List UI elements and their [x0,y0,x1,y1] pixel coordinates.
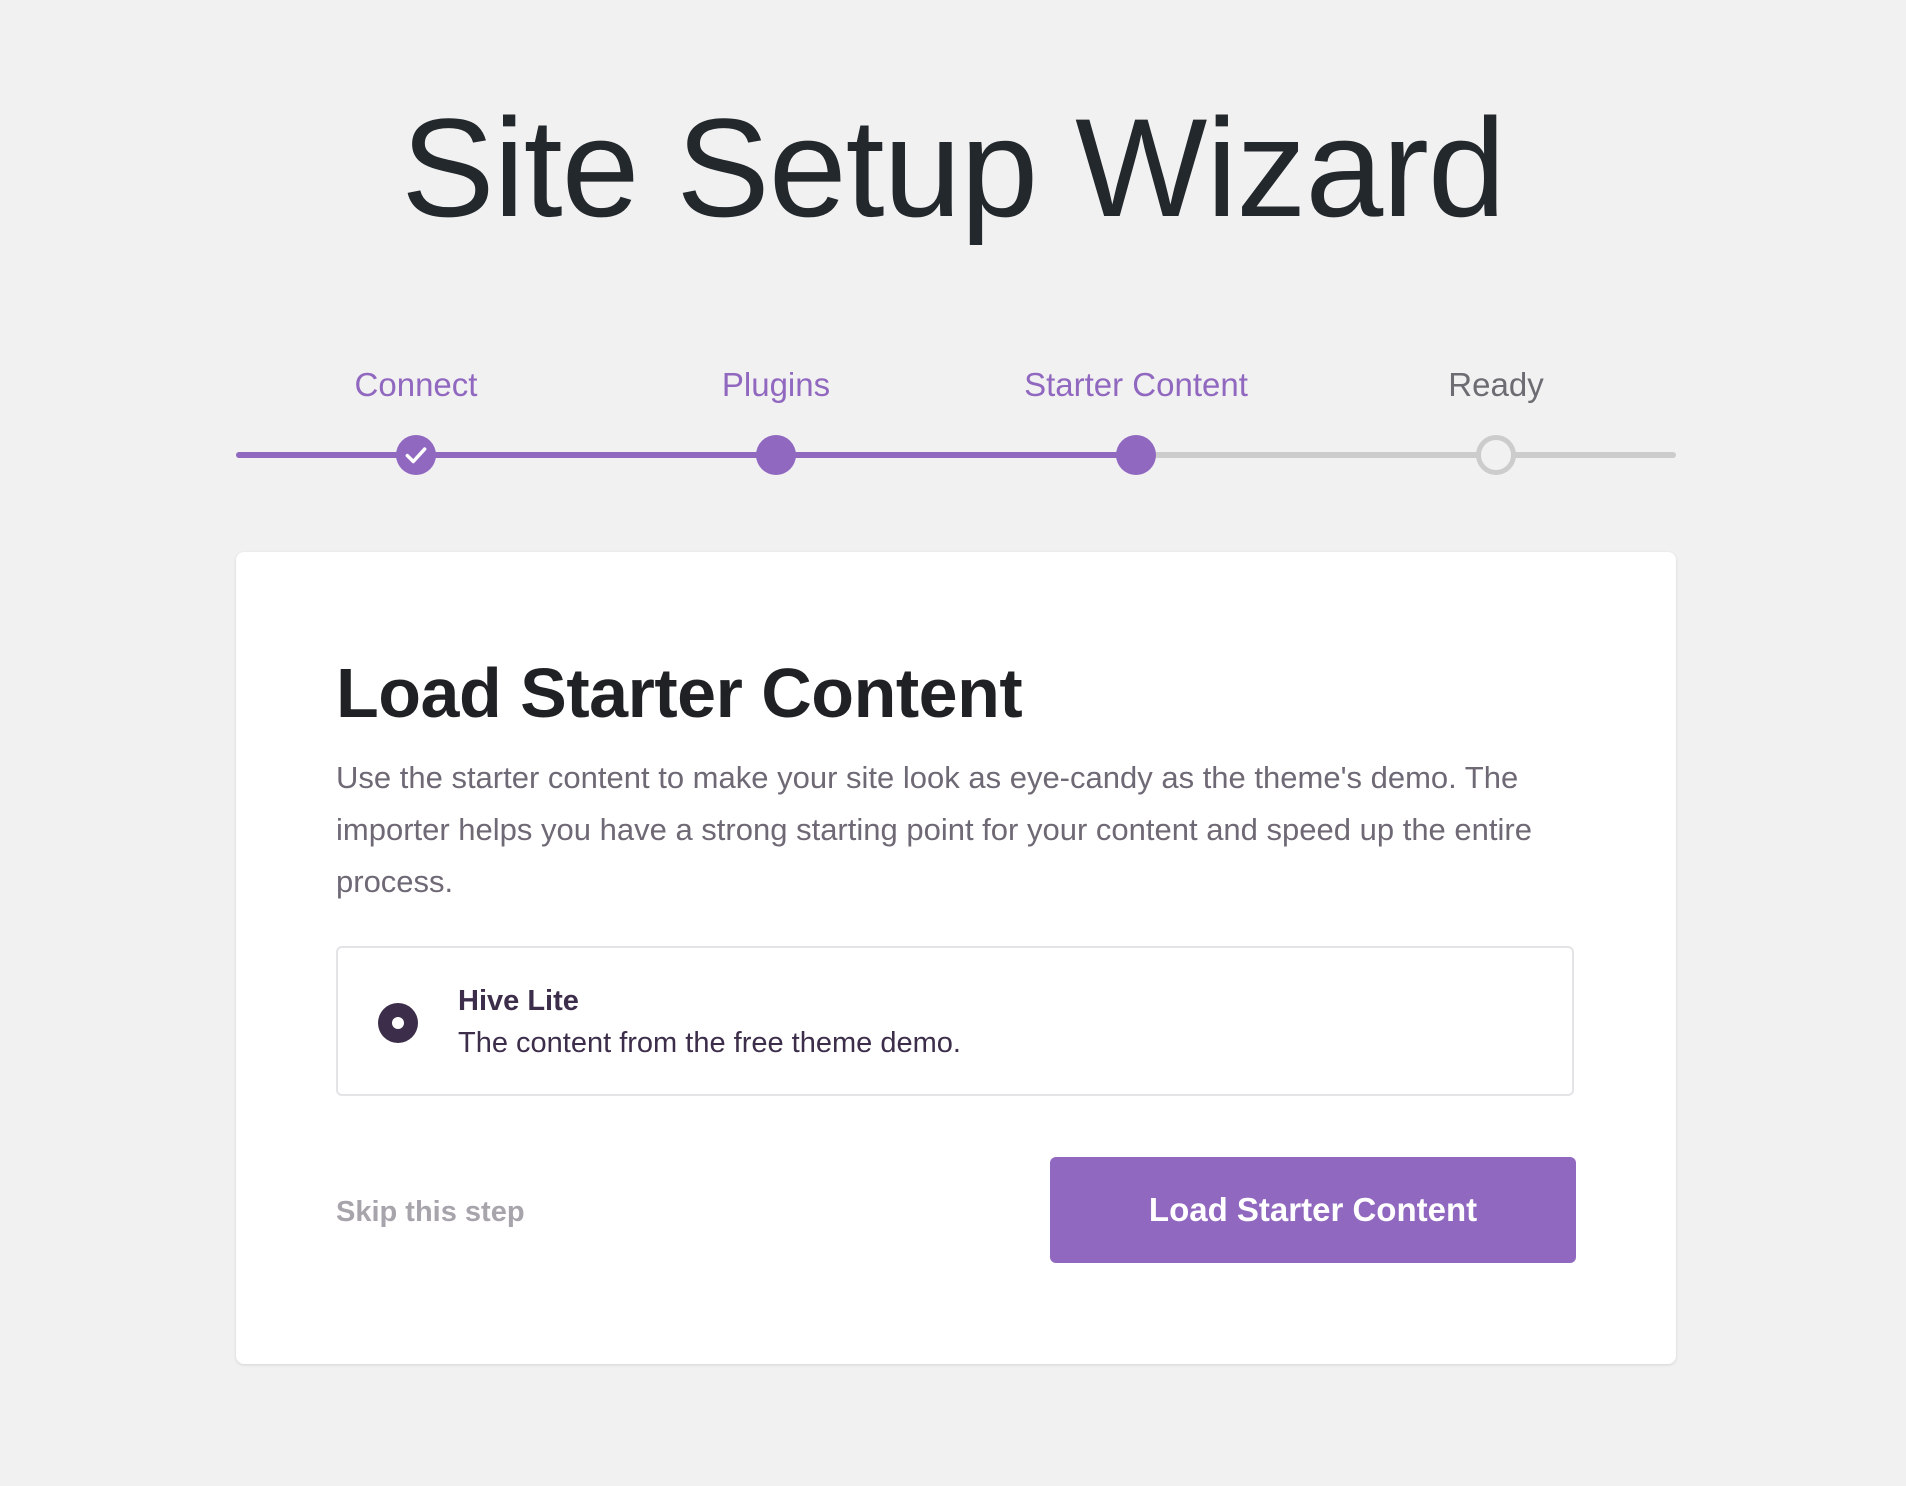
wizard-title: Site Setup Wizard [401,89,1505,246]
check-icon [405,447,427,464]
step-dot-ready [1476,435,1516,475]
option-radio[interactable] [378,1003,418,1043]
skip-step-link[interactable]: Skip this step [336,1192,525,1232]
radio-selected-indicator [392,1017,404,1029]
option-name: Hive Lite [458,985,579,1017]
starter-content-option[interactable]: Hive Lite The content from the free them… [336,946,1574,1096]
step-dot-connect[interactable] [396,435,436,475]
step-label-ready: Ready [1448,366,1544,403]
card-description: Use the starter content to make your sit… [336,760,1532,899]
progress-stepper: Connect Plugins Starter Content Ready [236,360,1676,480]
step-dot-plugins[interactable] [756,435,796,475]
step-label-starter-content[interactable]: Starter Content [956,360,1316,410]
step-label-connect[interactable]: Connect [236,360,596,410]
starter-content-card: Load Starter Content Use the starter con… [236,552,1676,1364]
step-label-plugins[interactable]: Plugins [596,360,956,410]
progress-track-completed [236,452,1136,458]
option-description: The content from the free theme demo. [458,1027,961,1059]
step-dot-starter-content[interactable] [1116,435,1156,475]
card-title: Load Starter Content [336,654,1023,732]
load-starter-content-button[interactable]: Load Starter Content [1050,1157,1576,1263]
